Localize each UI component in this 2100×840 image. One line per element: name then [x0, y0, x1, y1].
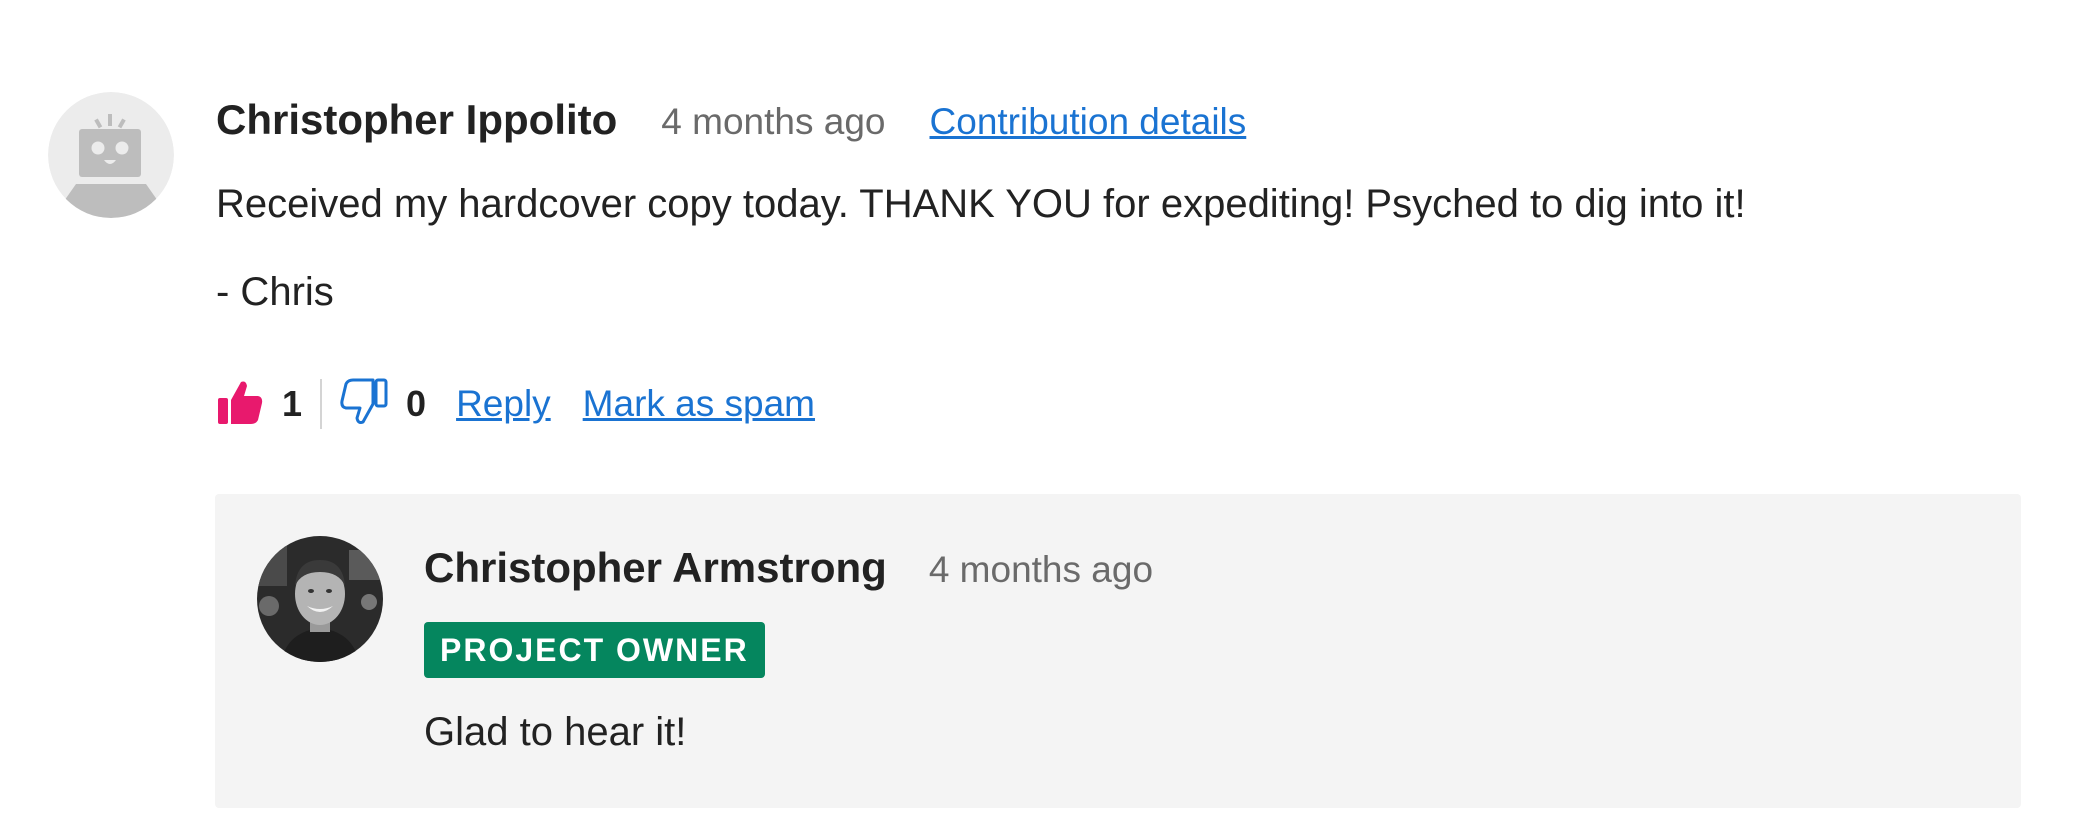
comment-time: 4 months ago — [661, 101, 886, 142]
comment-actions: 1 0 Reply Mark as spam — [216, 374, 815, 434]
dislike-button[interactable]: 0 — [340, 378, 426, 431]
reply-author[interactable]: Christopher Armstrong — [424, 544, 887, 592]
robot-avatar-icon[interactable] — [48, 92, 174, 218]
user-photo-avatar[interactable] — [257, 536, 383, 662]
thumbs-down-icon — [340, 378, 388, 431]
like-button[interactable]: 1 — [216, 378, 302, 431]
comment-text-line: Received my hardcover copy today. THANK … — [216, 182, 1746, 226]
reply: Christopher Armstrong 4 months ago PROJE… — [215, 494, 2021, 808]
comment-header: Christopher Ippolito 4 months ago Contri… — [216, 92, 2016, 156]
dislike-count: 0 — [406, 383, 427, 424]
mark-as-spam-link[interactable]: Mark as spam — [583, 383, 815, 425]
reply-header: Christopher Armstrong 4 months ago — [424, 544, 1984, 600]
reply-body: Christopher Armstrong 4 months ago PROJE… — [424, 544, 1984, 754]
contribution-details-link[interactable]: Contribution details — [930, 101, 1247, 143]
vote-divider — [320, 379, 323, 429]
reply-link[interactable]: Reply — [456, 383, 551, 425]
thumbs-up-icon — [216, 378, 264, 431]
comment-signature: - Chris — [216, 270, 334, 314]
reply-text: Glad to hear it! — [424, 710, 687, 754]
like-count: 1 — [282, 383, 303, 424]
project-owner-badge: PROJECT OWNER — [424, 622, 765, 678]
comment-author[interactable]: Christopher Ippolito — [216, 96, 617, 144]
comment-body: Christopher Ippolito 4 months ago Contri… — [216, 92, 2016, 429]
reply-time: 4 months ago — [928, 549, 1154, 590]
